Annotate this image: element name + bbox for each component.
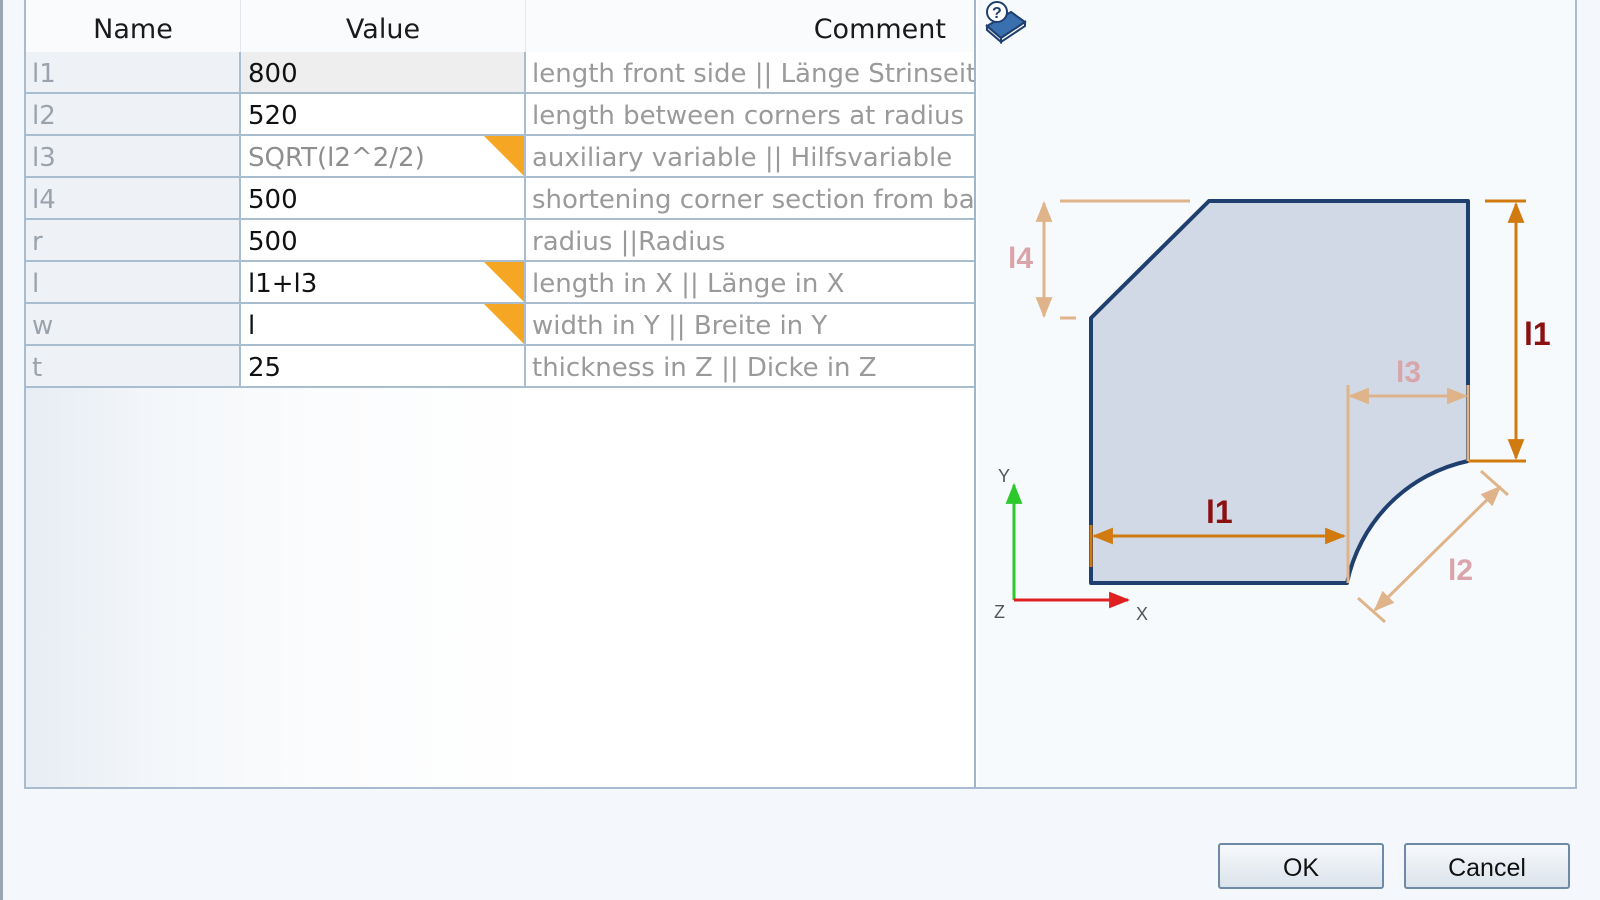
cell-name[interactable]: t [26, 346, 241, 386]
cell-name[interactable]: w [26, 304, 241, 344]
axis-label-x: X [1136, 604, 1148, 624]
grid-rows: l1 800 length front side || Länge Strins… [26, 52, 974, 388]
cell-value-text: l [248, 311, 256, 341]
label-l1-right: l1 [1524, 316, 1551, 352]
dialog-content-panel: Name Value Comment l1 800 length front s… [24, 0, 1577, 789]
cancel-button[interactable]: Cancel [1404, 843, 1570, 889]
cell-value[interactable]: 800 [241, 52, 526, 92]
svg-text:?: ? [992, 5, 1002, 22]
cell-value-text: l1+l3 [248, 269, 318, 299]
label-l3: l3 [1396, 356, 1421, 389]
table-row[interactable]: t 25 thickness in Z || Dicke in Z [26, 346, 974, 388]
label-l2: l2 [1448, 554, 1473, 587]
window-left-edge [0, 0, 3, 900]
column-header-value[interactable]: Value [241, 0, 526, 52]
column-header-comment[interactable]: Comment [526, 0, 974, 52]
column-header-name[interactable]: Name [26, 0, 241, 52]
cell-comment[interactable]: width in Y || Breite in Y [526, 304, 974, 344]
help-book-icon[interactable]: ? [981, 0, 1029, 46]
table-row[interactable]: l2 520 length between corners at radius … [26, 94, 974, 136]
table-row[interactable]: l3 SQRT(l2^2/2) auxiliary variable || Hi… [26, 136, 974, 178]
shape-diagram: l4 l1 l3 l1 l2 Y X Z [994, 199, 1551, 624]
cell-comment[interactable]: length in X || Länge in X [526, 262, 974, 302]
axis-label-y: Y [998, 466, 1010, 486]
table-row[interactable]: l4 500 shortening corner section from ba [26, 178, 974, 220]
cell-comment[interactable]: radius ||Radius [526, 220, 974, 260]
formula-marker-icon [484, 304, 524, 344]
cell-name[interactable]: l2 [26, 94, 241, 134]
table-row[interactable]: r 500 radius ||Radius [26, 220, 974, 262]
cell-value[interactable]: 25 [241, 346, 526, 386]
formula-marker-icon [484, 136, 524, 176]
cell-comment[interactable]: length front side || Länge Strinseit [526, 52, 974, 92]
cell-value-text: SQRT(l2^2/2) [248, 143, 425, 173]
table-row[interactable]: w l width in Y || Breite in Y [26, 304, 974, 346]
cell-value[interactable]: l [241, 304, 526, 344]
axis-label-z: Z [994, 602, 1005, 622]
cell-value[interactable]: 500 [241, 178, 526, 218]
formula-marker-icon [484, 262, 524, 302]
label-l1-bottom: l1 [1206, 494, 1233, 530]
cell-comment[interactable]: shortening corner section from ba [526, 178, 974, 218]
cell-value[interactable]: 520 [241, 94, 526, 134]
cell-name[interactable]: r [26, 220, 241, 260]
cell-comment[interactable]: thickness in Z || Dicke in Z [526, 346, 974, 386]
cell-name[interactable]: l3 [26, 136, 241, 176]
grid-header-row: Name Value Comment [26, 0, 974, 53]
table-row[interactable]: l l1+l3 length in X || Länge in X [26, 262, 974, 304]
ok-button[interactable]: OK [1218, 843, 1384, 889]
table-row[interactable]: l1 800 length front side || Länge Strins… [26, 52, 974, 94]
part-outline [1089, 199, 1470, 585]
parameter-grid[interactable]: Name Value Comment l1 800 length front s… [26, 0, 976, 787]
cell-name[interactable]: l4 [26, 178, 241, 218]
label-l4: l4 [1008, 242, 1033, 275]
cell-value[interactable]: SQRT(l2^2/2) [241, 136, 526, 176]
cell-comment[interactable]: auxiliary variable || Hilfsvariable [526, 136, 974, 176]
cell-value[interactable]: l1+l3 [241, 262, 526, 302]
cell-value[interactable]: 500 [241, 220, 526, 260]
cell-comment[interactable]: length between corners at radius || [526, 94, 974, 134]
shape-preview-panel: l4 l1 l3 l1 l2 Y X Z [978, 0, 1575, 787]
cell-name[interactable]: l [26, 262, 241, 302]
dimension-l1-right: l1 [1468, 199, 1551, 463]
cell-name[interactable]: l1 [26, 52, 241, 92]
